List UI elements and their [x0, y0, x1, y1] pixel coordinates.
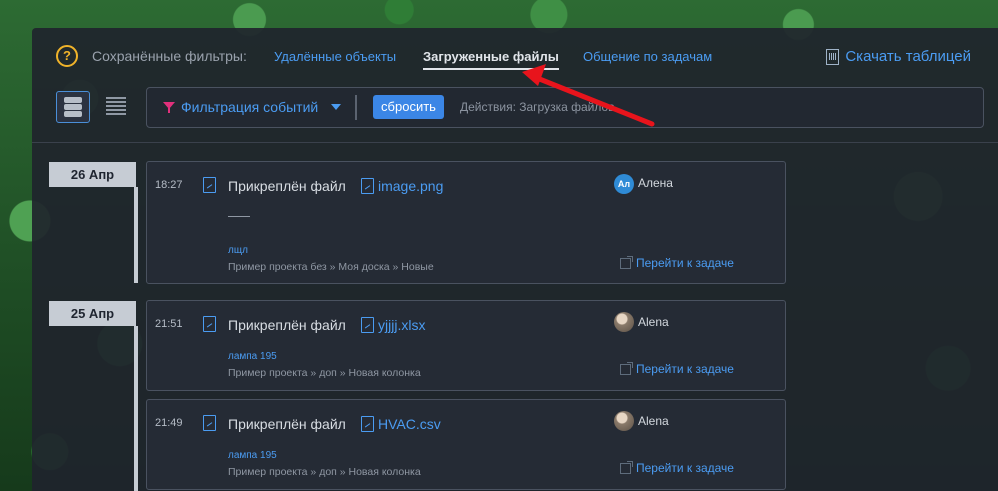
date-badge: 25 Апр: [49, 301, 136, 326]
file-link-icon: [361, 317, 374, 333]
event-filter-dropdown[interactable]: Фильтрация событий: [181, 99, 318, 115]
event-time: 21:49: [155, 417, 183, 429]
file-icon: [203, 177, 216, 193]
external-link-icon: [620, 361, 633, 375]
goto-task-label: Перейти к задаче: [636, 461, 734, 475]
file-link[interactable]: yjjjj.xlsx: [378, 317, 425, 333]
event-comment: [228, 216, 250, 217]
goto-task-button[interactable]: Перейти к задаче: [620, 460, 734, 475]
user-name: Алена: [638, 176, 673, 190]
task-link[interactable]: лампа 195: [228, 450, 277, 461]
goto-task-button[interactable]: Перейти к задаче: [620, 255, 734, 270]
event-card: 21:49 Прикреплён файл HVAC.csv Alena лам…: [146, 399, 786, 490]
card-view-button[interactable]: [56, 91, 90, 123]
funnel-icon: [163, 102, 175, 113]
avatar: [614, 312, 634, 332]
event-title: Прикреплён файл: [228, 416, 346, 432]
chevron-down-icon[interactable]: [331, 104, 341, 110]
actions-filter-text: Действия: Загрузка файлов: [460, 100, 615, 114]
external-link-icon: [620, 255, 633, 269]
tab-task-communication[interactable]: Общение по задачам: [583, 49, 712, 64]
card-view-icon: [64, 97, 82, 103]
event-title: Прикреплён файл: [228, 317, 346, 333]
task-path: Пример проекта » доп » Новая колонка: [228, 466, 421, 478]
file-icon: [203, 316, 216, 332]
event-card: 21:51 Прикреплён файл yjjjj.xlsx Alena л…: [146, 300, 786, 391]
saved-filters-bar: ? Сохранённые фильтры: Удалённые объекты…: [32, 28, 998, 88]
goto-task-label: Перейти к задаче: [636, 362, 734, 376]
app-window: ? Сохранённые фильтры: Удалённые объекты…: [32, 28, 998, 491]
external-link-icon: [620, 460, 633, 474]
goto-task-label: Перейти к задаче: [636, 256, 734, 270]
event-time: 21:51: [155, 318, 183, 330]
divider: [32, 142, 998, 143]
timeline-line: [134, 187, 138, 283]
file-link-icon: [361, 178, 374, 194]
event-filter-bar: Фильтрация событий сбросить Действия: За…: [146, 87, 984, 128]
list-view-button[interactable]: [104, 91, 136, 121]
goto-task-button[interactable]: Перейти к задаче: [620, 361, 734, 376]
saved-filters-label: Сохранённые фильтры:: [92, 48, 247, 64]
tab-deleted-objects[interactable]: Удалённые объекты: [274, 49, 396, 64]
help-icon[interactable]: ?: [56, 45, 78, 67]
download-table-button[interactable]: Скачать таблицей: [826, 48, 971, 65]
file-icon: [203, 415, 216, 431]
download-table-label: Скачать таблицей: [845, 48, 971, 65]
user-name: Alena: [638, 414, 669, 428]
file-link[interactable]: HVAC.csv: [378, 416, 441, 432]
avatar: [614, 411, 634, 431]
event-title: Прикреплён файл: [228, 178, 346, 194]
avatar: Ал: [614, 174, 634, 194]
user-name: Alena: [638, 315, 669, 329]
file-link-icon: [361, 416, 374, 432]
task-path: Пример проекта без » Моя доска » Новые: [228, 261, 434, 273]
separator: [355, 95, 357, 120]
date-badge: 26 Апр: [49, 162, 136, 187]
event-card: 18:27 Прикреплён файл image.png Ал Алена…: [146, 161, 786, 284]
file-link[interactable]: image.png: [378, 178, 443, 194]
tab-uploaded-files[interactable]: Загруженные файлы: [423, 49, 559, 70]
timeline-line: [134, 326, 138, 491]
list-view-icon: [106, 97, 126, 99]
task-link[interactable]: лампа 195: [228, 351, 277, 362]
task-link[interactable]: лщл: [228, 245, 248, 256]
task-path: Пример проекта » доп » Новая колонка: [228, 367, 421, 379]
spreadsheet-icon: [826, 48, 840, 65]
reset-button[interactable]: сбросить: [373, 95, 444, 119]
event-time: 18:27: [155, 179, 183, 191]
